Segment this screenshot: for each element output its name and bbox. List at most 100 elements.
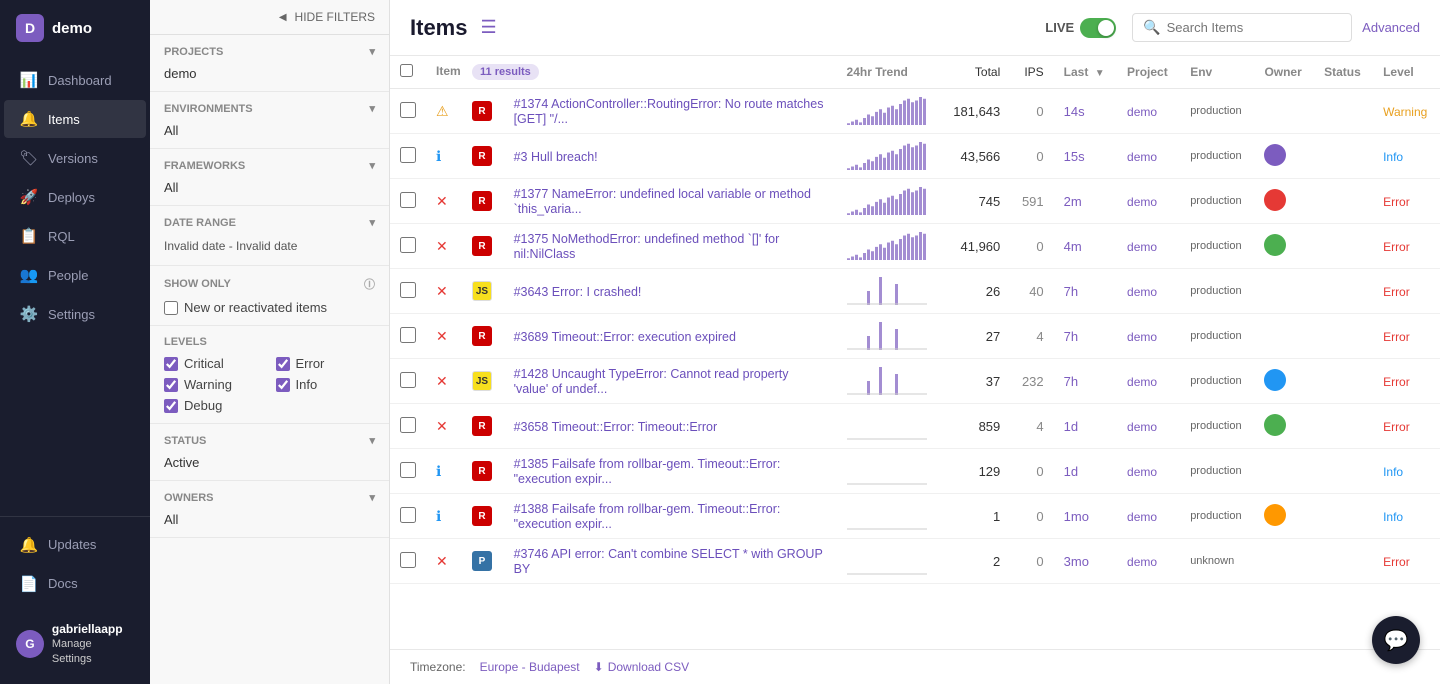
item-link[interactable]: #1388 Failsafe from rollbar-gem. Timeout… [514, 502, 781, 531]
download-csv-link[interactable]: ⬇ Download CSV [594, 660, 689, 674]
environments-filter-toggle[interactable]: ENVIRONMENTS ▾ [164, 102, 375, 115]
select-all-checkbox[interactable] [400, 64, 413, 77]
project-link[interactable]: demo [1127, 330, 1157, 344]
row-checkbox[interactable] [400, 372, 416, 388]
list-view-icon[interactable]: ☰ [477, 14, 499, 41]
level-badge: Info [1383, 465, 1403, 479]
item-link[interactable]: #3746 API error: Can't combine SELECT * … [514, 547, 823, 576]
row-checkbox[interactable] [400, 282, 416, 298]
last-cell: 1d [1054, 404, 1117, 449]
search-input[interactable] [1167, 20, 1342, 35]
project-link[interactable]: demo [1127, 510, 1157, 524]
date-range-value: Invalid date - Invalid date [164, 237, 375, 255]
row-checkbox[interactable] [400, 147, 416, 163]
level-badge: Error [1383, 330, 1410, 344]
row-checkbox[interactable] [400, 327, 416, 343]
level-cell: Error [1373, 359, 1440, 404]
project-link[interactable]: demo [1127, 465, 1157, 479]
filter-show-only: SHOW ONLY ⓘ New or reactivated items [150, 266, 389, 326]
project-link[interactable]: demo [1127, 420, 1157, 434]
level-warning: Warning [164, 377, 264, 392]
item-link[interactable]: #3 Hull breach! [514, 150, 598, 164]
status-cell [1314, 314, 1373, 359]
project-link[interactable]: demo [1127, 555, 1157, 569]
last-col-header[interactable]: Last ▼ [1054, 56, 1117, 89]
owners-label: OWNERS [164, 492, 214, 504]
sparkline [847, 411, 931, 441]
sidebar-item-people[interactable]: 👥 People [4, 256, 146, 294]
owner-avatar [1264, 414, 1286, 436]
total-cell: 41,960 [941, 224, 1011, 269]
level-badge: Info [1383, 510, 1403, 524]
app-logo[interactable]: D demo [0, 0, 150, 56]
owner-cell [1254, 134, 1314, 179]
row-checkbox[interactable] [400, 192, 416, 208]
project-link[interactable]: demo [1127, 240, 1157, 254]
project-link[interactable]: demo [1127, 285, 1157, 299]
item-link[interactable]: #1385 Failsafe from rollbar-gem. Timeout… [514, 457, 781, 486]
row-checkbox[interactable] [400, 462, 416, 478]
new-reactivated-checkbox-row: New or reactivated items [164, 300, 375, 315]
total-cell: 37 [941, 359, 1011, 404]
live-toggle[interactable] [1080, 18, 1116, 38]
status-filter-toggle[interactable]: STATUS ▾ [164, 434, 375, 447]
item-link[interactable]: #1377 NameError: undefined local variabl… [514, 187, 811, 216]
show-only-info-icon[interactable]: ⓘ [364, 276, 375, 292]
sidebar-item-docs[interactable]: 📄 Docs [4, 565, 146, 603]
project-link[interactable]: demo [1127, 195, 1157, 209]
sidebar-item-versions[interactable]: 🏷 Versions [4, 139, 146, 177]
row-checkbox[interactable] [400, 552, 416, 568]
row-checkbox[interactable] [400, 507, 416, 523]
row-checkbox[interactable] [400, 417, 416, 433]
filter-frameworks: FRAMEWORKS ▾ All [150, 149, 389, 206]
chat-button[interactable]: 💬 [1372, 616, 1420, 664]
total-col-header[interactable]: Total [941, 56, 1011, 89]
item-link[interactable]: #3643 Error: I crashed! [514, 285, 642, 299]
level-cell: Error [1373, 314, 1440, 359]
critical-checkbox[interactable] [164, 357, 178, 371]
sidebar-item-rql[interactable]: 📋 RQL [4, 217, 146, 255]
new-reactivated-checkbox[interactable] [164, 301, 178, 315]
ips-col-header[interactable]: IPS [1010, 56, 1053, 89]
deploys-icon: 🚀 [20, 188, 38, 206]
info-checkbox[interactable] [276, 378, 290, 392]
project-link[interactable]: demo [1127, 105, 1157, 119]
people-icon: 👥 [20, 266, 38, 284]
advanced-link[interactable]: Advanced [1362, 20, 1420, 35]
error-checkbox[interactable] [276, 357, 290, 371]
info-icon: ℹ [436, 148, 441, 164]
platform-icon: R [472, 416, 492, 436]
debug-checkbox[interactable] [164, 399, 178, 413]
table-row: ✕ R #3658 Timeout::Error: Timeout::Error… [390, 404, 1440, 449]
item-link[interactable]: #1375 NoMethodError: undefined method `[… [514, 232, 780, 261]
level-cell: Error [1373, 224, 1440, 269]
row-checkbox[interactable] [400, 237, 416, 253]
projects-filter-toggle[interactable]: PROJECTS ▾ [164, 45, 375, 58]
error-icon: ✕ [436, 373, 448, 389]
timezone-link[interactable]: Europe - Budapest [480, 660, 580, 674]
date-range-filter-toggle[interactable]: DATE RANGE ▾ [164, 216, 375, 229]
frameworks-filter-toggle[interactable]: FRAMEWORKS ▾ [164, 159, 375, 172]
ips-cell: 4 [1010, 314, 1053, 359]
item-col-header: Item 11 results [426, 56, 837, 89]
owners-filter-toggle[interactable]: OWNERS ▾ [164, 491, 375, 504]
sidebar-item-settings[interactable]: ⚙️ Settings [4, 295, 146, 333]
project-link[interactable]: demo [1127, 375, 1157, 389]
sidebar-item-dashboard[interactable]: 📊 Dashboard [4, 61, 146, 99]
item-link[interactable]: #1374 ActionController::RoutingError: No… [514, 97, 824, 126]
project-link[interactable]: demo [1127, 150, 1157, 164]
sidebar-item-deploys[interactable]: 🚀 Deploys [4, 178, 146, 216]
item-link[interactable]: #3658 Timeout::Error: Timeout::Error [514, 420, 718, 434]
error-label: Error [296, 356, 325, 371]
sidebar-item-items[interactable]: 🔔 Items [4, 100, 146, 138]
sidebar-item-label: RQL [48, 229, 75, 244]
sparkline [847, 501, 931, 531]
warning-checkbox[interactable] [164, 378, 178, 392]
sidebar-item-updates[interactable]: 🔔 Updates [4, 526, 146, 564]
settings-icon: ⚙️ [20, 305, 38, 323]
user-menu[interactable]: G gabriellaapp Manage Settings [10, 616, 140, 672]
hide-filters-button[interactable]: ◀ HIDE FILTERS [150, 0, 389, 35]
row-checkbox[interactable] [400, 102, 416, 118]
item-link[interactable]: #1428 Uncaught TypeError: Cannot read pr… [514, 367, 789, 396]
item-link[interactable]: #3689 Timeout::Error: execution expired [514, 330, 736, 344]
